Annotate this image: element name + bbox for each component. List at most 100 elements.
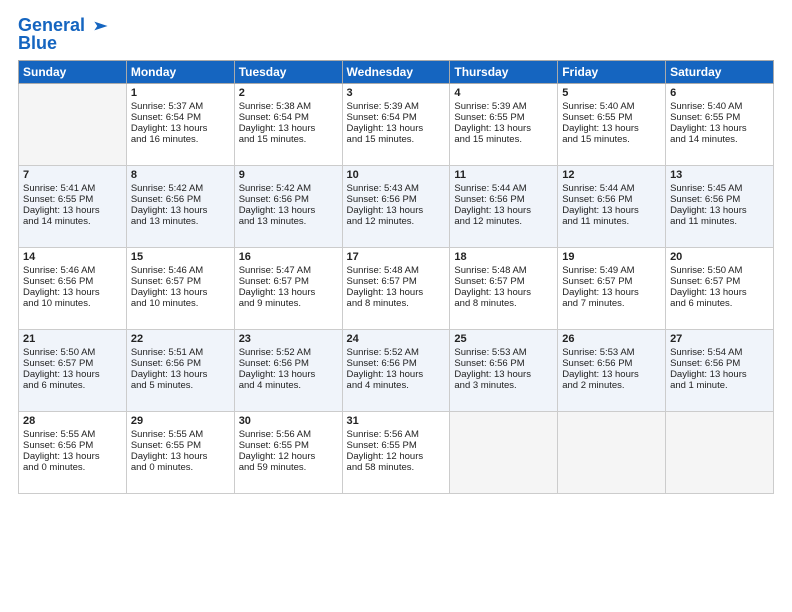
day-info-line: and 1 minute. xyxy=(670,380,769,391)
day-info-line: Daylight: 13 hours xyxy=(239,369,338,380)
calendar-cell: 1Sunrise: 5:37 AMSunset: 6:54 PMDaylight… xyxy=(126,83,234,165)
day-number: 20 xyxy=(670,251,769,263)
calendar-cell: 6Sunrise: 5:40 AMSunset: 6:55 PMDaylight… xyxy=(666,83,774,165)
day-info-line: Sunset: 6:55 PM xyxy=(347,440,446,451)
day-info-line: Daylight: 12 hours xyxy=(347,451,446,462)
day-info-line: Daylight: 13 hours xyxy=(562,123,661,134)
calendar-week-row: 14Sunrise: 5:46 AMSunset: 6:56 PMDayligh… xyxy=(19,247,774,329)
day-info-line: and 15 minutes. xyxy=(239,134,338,145)
day-info-line: Daylight: 13 hours xyxy=(347,123,446,134)
day-info-line: and 6 minutes. xyxy=(23,380,122,391)
page: General Blue SundayMondayTuesdayWednesda… xyxy=(0,0,792,612)
day-info-line: Daylight: 13 hours xyxy=(23,451,122,462)
day-info-line: Sunset: 6:56 PM xyxy=(670,358,769,369)
calendar-table: SundayMondayTuesdayWednesdayThursdayFrid… xyxy=(18,60,774,494)
day-info-line: Daylight: 13 hours xyxy=(347,287,446,298)
calendar-cell: 8Sunrise: 5:42 AMSunset: 6:56 PMDaylight… xyxy=(126,165,234,247)
day-info-line: Sunrise: 5:41 AM xyxy=(23,183,122,194)
day-info-line: Sunrise: 5:49 AM xyxy=(562,265,661,276)
logo-general: General xyxy=(18,15,85,35)
day-info-line: Daylight: 13 hours xyxy=(23,287,122,298)
day-number: 9 xyxy=(239,169,338,181)
day-info-line: Sunrise: 5:55 AM xyxy=(131,429,230,440)
day-number: 10 xyxy=(347,169,446,181)
day-info-line: Sunset: 6:56 PM xyxy=(670,194,769,205)
calendar-cell: 21Sunrise: 5:50 AMSunset: 6:57 PMDayligh… xyxy=(19,329,127,411)
day-number: 3 xyxy=(347,87,446,99)
calendar-cell: 11 Sunrise: 5:44 AMSunset: 6:56 PMDayligh… xyxy=(450,165,558,247)
day-info-line: and 8 minutes. xyxy=(347,298,446,309)
day-info-line: Daylight: 13 hours xyxy=(562,287,661,298)
day-info-line: Sunset: 6:57 PM xyxy=(347,276,446,287)
day-info-line: and 7 minutes. xyxy=(562,298,661,309)
day-info-line: and 13 minutes. xyxy=(131,216,230,227)
day-info-line: and 8 minutes. xyxy=(454,298,553,309)
day-info-line: Daylight: 13 hours xyxy=(131,123,230,134)
day-info-line: Sunset: 6:57 PM xyxy=(562,276,661,287)
calendar-cell: 25Sunrise: 5:53 AMSunset: 6:56 PMDayligh… xyxy=(450,329,558,411)
calendar-cell: 29Sunrise: 5:55 AMSunset: 6:55 PMDayligh… xyxy=(126,411,234,493)
day-info-line: Sunset: 6:54 PM xyxy=(131,112,230,123)
day-info-line: Sunrise: 5:44 AM xyxy=(454,183,553,194)
day-info-line: Sunrise: 5:51 AM xyxy=(131,347,230,358)
calendar-cell: 23Sunrise: 5:52 AMSunset: 6:56 PMDayligh… xyxy=(234,329,342,411)
day-info-line: Sunset: 6:57 PM xyxy=(239,276,338,287)
calendar-cell xyxy=(558,411,666,493)
day-info-line: Daylight: 13 hours xyxy=(239,287,338,298)
day-info-line: Sunrise: 5:52 AM xyxy=(239,347,338,358)
day-info-line: Sunrise: 5:47 AM xyxy=(239,265,338,276)
day-info-line: Daylight: 13 hours xyxy=(131,287,230,298)
day-info-line: Daylight: 13 hours xyxy=(562,369,661,380)
day-number: 23 xyxy=(239,333,338,345)
calendar-cell: 13Sunrise: 5:45 AMSunset: 6:56 PMDayligh… xyxy=(666,165,774,247)
day-info-line: and 0 minutes. xyxy=(131,462,230,473)
calendar-cell: 24Sunrise: 5:52 AMSunset: 6:56 PMDayligh… xyxy=(342,329,450,411)
day-info-line: Daylight: 13 hours xyxy=(454,205,553,216)
day-number: 11 xyxy=(454,169,553,181)
calendar-week-row: 28Sunrise: 5:55 AMSunset: 6:56 PMDayligh… xyxy=(19,411,774,493)
day-info-line: Sunset: 6:56 PM xyxy=(562,358,661,369)
day-info-line: Sunrise: 5:55 AM xyxy=(23,429,122,440)
calendar-cell: 3Sunrise: 5:39 AMSunset: 6:54 PMDaylight… xyxy=(342,83,450,165)
day-info-line: Sunrise: 5:39 AM xyxy=(347,101,446,112)
calendar-week-row: 7Sunrise: 5:41 AMSunset: 6:55 PMDaylight… xyxy=(19,165,774,247)
day-number: 22 xyxy=(131,333,230,345)
day-info-line: Sunset: 6:55 PM xyxy=(239,440,338,451)
calendar-dow-friday: Friday xyxy=(558,60,666,83)
calendar-dow-tuesday: Tuesday xyxy=(234,60,342,83)
day-info-line: Sunrise: 5:50 AM xyxy=(23,347,122,358)
day-number: 5 xyxy=(562,87,661,99)
calendar-cell: 17Sunrise: 5:48 AMSunset: 6:57 PMDayligh… xyxy=(342,247,450,329)
calendar-cell: 30Sunrise: 5:56 AMSunset: 6:55 PMDayligh… xyxy=(234,411,342,493)
calendar-cell: 12Sunrise: 5:44 AMSunset: 6:56 PMDayligh… xyxy=(558,165,666,247)
day-number: 1 xyxy=(131,87,230,99)
day-info-line: and 14 minutes. xyxy=(23,216,122,227)
day-info-line: Daylight: 13 hours xyxy=(670,287,769,298)
day-number: 15 xyxy=(131,251,230,263)
day-info-line: Daylight: 13 hours xyxy=(347,205,446,216)
day-info-line: Sunset: 6:55 PM xyxy=(131,440,230,451)
day-info-line: and 12 minutes. xyxy=(454,216,553,227)
calendar-header-row: SundayMondayTuesdayWednesdayThursdayFrid… xyxy=(19,60,774,83)
day-info-line: Sunset: 6:56 PM xyxy=(454,194,553,205)
day-info-line: and 15 minutes. xyxy=(347,134,446,145)
day-info-line: Sunset: 6:56 PM xyxy=(239,194,338,205)
logo-blue: Blue xyxy=(18,34,57,54)
day-info-line: and 58 minutes. xyxy=(347,462,446,473)
day-info-line: Daylight: 12 hours xyxy=(239,451,338,462)
day-info-line: Sunrise: 5:38 AM xyxy=(239,101,338,112)
day-info-line: Sunset: 6:57 PM xyxy=(131,276,230,287)
day-info-line: Sunset: 6:56 PM xyxy=(23,440,122,451)
day-info-line: and 0 minutes. xyxy=(23,462,122,473)
calendar-cell: 7Sunrise: 5:41 AMSunset: 6:55 PMDaylight… xyxy=(19,165,127,247)
calendar-week-row: 21Sunrise: 5:50 AMSunset: 6:57 PMDayligh… xyxy=(19,329,774,411)
day-info-line: and 9 minutes. xyxy=(239,298,338,309)
calendar-cell: 5Sunrise: 5:40 AMSunset: 6:55 PMDaylight… xyxy=(558,83,666,165)
day-number: 14 xyxy=(23,251,122,263)
day-info-line: Sunrise: 5:52 AM xyxy=(347,347,446,358)
calendar-cell: 22Sunrise: 5:51 AMSunset: 6:56 PMDayligh… xyxy=(126,329,234,411)
day-number: 26 xyxy=(562,333,661,345)
day-info-line: Sunrise: 5:40 AM xyxy=(670,101,769,112)
day-number: 30 xyxy=(239,415,338,427)
day-info-line: Sunrise: 5:48 AM xyxy=(347,265,446,276)
